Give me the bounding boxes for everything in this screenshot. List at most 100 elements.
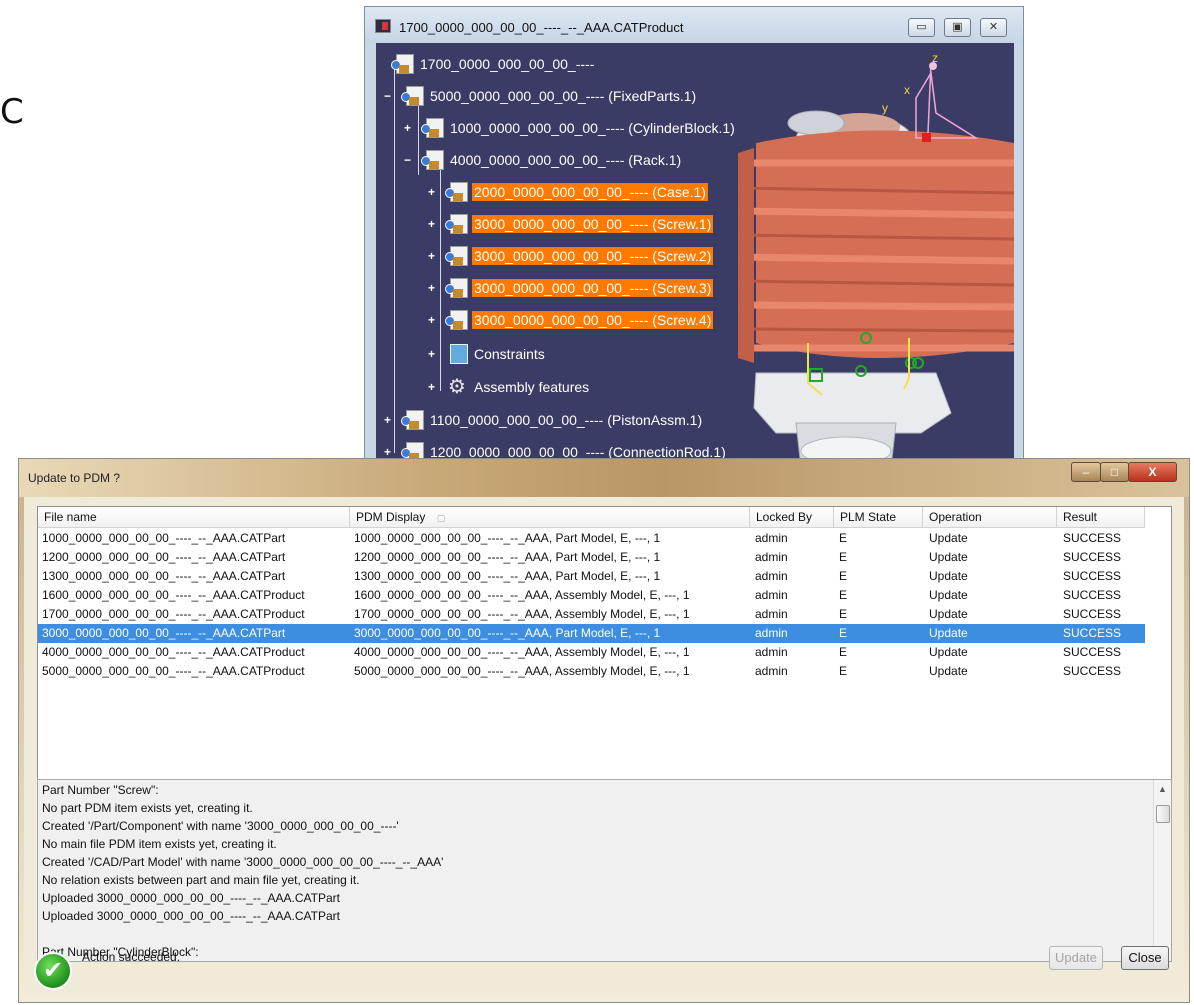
close-window-button[interactable]: X <box>1128 462 1177 482</box>
catia-restore-button[interactable]: ▣ <box>944 18 971 37</box>
log-scrollbar[interactable]: ▲ ▼ <box>1153 780 1171 961</box>
expand-icon[interactable]: + <box>428 314 438 326</box>
catia-app-icon <box>375 19 391 33</box>
catia-window-title: 1700_0000_000_00_00_----_--_AAA.CATProdu… <box>399 20 684 35</box>
table-row[interactable]: 1700_0000_000_00_00_----_--_AAA.CATProdu… <box>38 605 1145 624</box>
tree-node-label[interactable]: 2000_0000_000_00_00_---- (Case.1) <box>472 183 708 201</box>
column-header-label: PDM Display <box>356 510 426 524</box>
expand-icon[interactable]: + <box>384 414 394 426</box>
catia-window: 1700_0000_000_00_00_----_--_AAA.CATProdu… <box>364 6 1024 467</box>
column-header-result[interactable]: Result <box>1057 507 1145 528</box>
cell-locked-by: admin <box>755 607 788 621</box>
cell-pdm-display: 1700_0000_000_00_00_----_--_AAA, Assembl… <box>354 607 690 621</box>
part-icon <box>445 214 468 234</box>
log-line: Part Number "Screw": <box>42 783 159 797</box>
constraints-icon <box>450 344 468 364</box>
tree-node-label[interactable]: 1000_0000_000_00_00_---- (CylinderBlock.… <box>448 119 737 137</box>
expand-icon[interactable]: + <box>428 250 438 262</box>
minimize-button[interactable]: – <box>1071 462 1101 482</box>
cell-plm-state: E <box>839 607 848 621</box>
tree-node-label[interactable]: 1700_0000_000_00_00_---- <box>418 55 596 73</box>
cell-pdm-display: 1600_0000_000_00_00_----_--_AAA, Assembl… <box>354 588 690 602</box>
table-row[interactable]: 1600_0000_000_00_00_----_--_AAA.CATProdu… <box>38 586 1145 605</box>
log-line: No main file PDM item exists yet, creati… <box>42 837 277 851</box>
column-header-file-name[interactable]: File name <box>38 507 350 528</box>
cell-operation: Update <box>929 645 968 659</box>
product-icon <box>401 86 424 106</box>
catia-title-bar: 1700_0000_000_00_00_----_--_AAA.CATProdu… <box>365 7 1023 43</box>
tree-node-label[interactable]: 5000_0000_000_00_00_---- (FixedParts.1) <box>428 87 698 105</box>
file-table[interactable]: File name PDM Display ▢ Locked By PLM St… <box>37 506 1172 781</box>
cell-operation: Update <box>929 569 968 583</box>
cell-result: SUCCESS <box>1063 626 1122 640</box>
expand-icon[interactable]: + <box>428 218 438 230</box>
cell-pdm-display: 1300_0000_000_00_00_----_--_AAA, Part Mo… <box>354 569 661 583</box>
side-letter: C <box>0 92 24 132</box>
table-row[interactable]: 1000_0000_000_00_00_----_--_AAA.CATPart … <box>38 529 1145 548</box>
table-row[interactable]: 1300_0000_000_00_00_----_--_AAA.CATPart … <box>38 567 1145 586</box>
expand-icon[interactable]: + <box>428 348 438 360</box>
tree-node-label[interactable]: 3000_0000_000_00_00_---- (Screw.2) <box>472 247 714 265</box>
scroll-thumb[interactable] <box>1156 805 1170 823</box>
cell-locked-by: admin <box>755 664 788 678</box>
cell-operation: Update <box>929 664 968 678</box>
cell-result: SUCCESS <box>1063 531 1122 545</box>
column-header-operation[interactable]: Operation <box>923 507 1057 528</box>
close-button[interactable]: Close <box>1121 946 1169 970</box>
cell-locked-by: admin <box>755 588 788 602</box>
tree-node-label[interactable]: 3000_0000_000_00_00_---- (Screw.3) <box>472 279 714 297</box>
cell-result: SUCCESS <box>1063 569 1122 583</box>
3d-viewport[interactable]: z x y 1700_0000_000_00_00_---- − 5000_00… <box>376 43 1014 467</box>
catia-close-button[interactable]: ✕ <box>980 18 1007 37</box>
expand-icon[interactable]: + <box>384 446 394 458</box>
part-icon <box>445 246 468 266</box>
cell-result: SUCCESS <box>1063 607 1122 621</box>
scroll-up-icon[interactable]: ▲ <box>1158 784 1167 794</box>
table-row[interactable]: 4000_0000_000_00_00_----_--_AAA.CATProdu… <box>38 643 1145 662</box>
cell-result: SUCCESS <box>1063 550 1122 564</box>
dialog-title: Update to PDM ? <box>28 471 121 485</box>
expand-icon[interactable]: + <box>428 282 438 294</box>
column-header-plm-state[interactable]: PLM State <box>834 507 923 528</box>
tree-node-label[interactable]: 1100_0000_000_00_00_---- (PistonAssm.1) <box>428 411 704 429</box>
update-button[interactable]: Update <box>1049 946 1103 970</box>
column-header-locked-by[interactable]: Locked By <box>750 507 834 528</box>
dialog-title-bar[interactable]: Update to PDM ? – □ X <box>19 459 1189 497</box>
tree-node-label[interactable]: 4000_0000_000_00_00_---- (Rack.1) <box>448 151 683 169</box>
cell-result: SUCCESS <box>1063 588 1122 602</box>
cell-file-name: 5000_0000_000_00_00_----_--_AAA.CATProdu… <box>42 664 305 678</box>
cell-operation: Update <box>929 607 968 621</box>
tree-node-label[interactable]: Assembly features <box>472 378 591 396</box>
tree-node-label[interactable]: 3000_0000_000_00_00_---- (Screw.4) <box>472 311 714 329</box>
gear-icon: ⚙ <box>448 376 466 398</box>
cell-result: SUCCESS <box>1063 645 1122 659</box>
table-row[interactable]: 1200_0000_000_00_00_----_--_AAA.CATPart … <box>38 548 1145 567</box>
cell-result: SUCCESS <box>1063 664 1122 678</box>
expand-icon[interactable]: + <box>404 122 414 134</box>
sort-icon: ▢ <box>436 513 446 523</box>
column-header-pdm-display[interactable]: PDM Display ▢ <box>350 507 750 528</box>
cell-plm-state: E <box>839 626 848 640</box>
tree-node-label[interactable]: Constraints <box>472 345 547 363</box>
tree-line <box>394 63 395 453</box>
cell-file-name: 1700_0000_000_00_00_----_--_AAA.CATProdu… <box>42 607 305 621</box>
expand-icon[interactable]: + <box>428 186 438 198</box>
log-output[interactable]: Part Number "Screw": No part PDM item ex… <box>37 779 1172 962</box>
tree-node-label[interactable]: 3000_0000_000_00_00_---- (Screw.1) <box>472 215 714 233</box>
cell-plm-state: E <box>839 588 848 602</box>
part-icon <box>445 182 468 202</box>
table-row[interactable]: 5000_0000_000_00_00_----_--_AAA.CATProdu… <box>38 662 1145 681</box>
catia-minimize-button[interactable]: ▭ <box>908 18 935 37</box>
table-row-selected[interactable]: 3000_0000_000_00_00_----_--_AAA.CATPart … <box>38 624 1145 643</box>
cell-operation: Update <box>929 626 968 640</box>
log-line: Uploaded 3000_0000_000_00_00_----_--_AAA… <box>42 891 340 905</box>
collapse-icon[interactable]: − <box>384 90 394 102</box>
collapse-icon[interactable]: − <box>404 154 414 166</box>
cell-file-name: 1000_0000_000_00_00_----_--_AAA.CATPart <box>42 531 286 545</box>
log-line: Created '/Part/Component' with name '300… <box>42 819 399 833</box>
cell-operation: Update <box>929 550 968 564</box>
cell-operation: Update <box>929 531 968 545</box>
maximize-button[interactable]: □ <box>1100 462 1129 482</box>
expand-icon[interactable]: + <box>428 381 438 393</box>
cell-pdm-display: 1200_0000_000_00_00_----_--_AAA, Part Mo… <box>354 550 661 564</box>
